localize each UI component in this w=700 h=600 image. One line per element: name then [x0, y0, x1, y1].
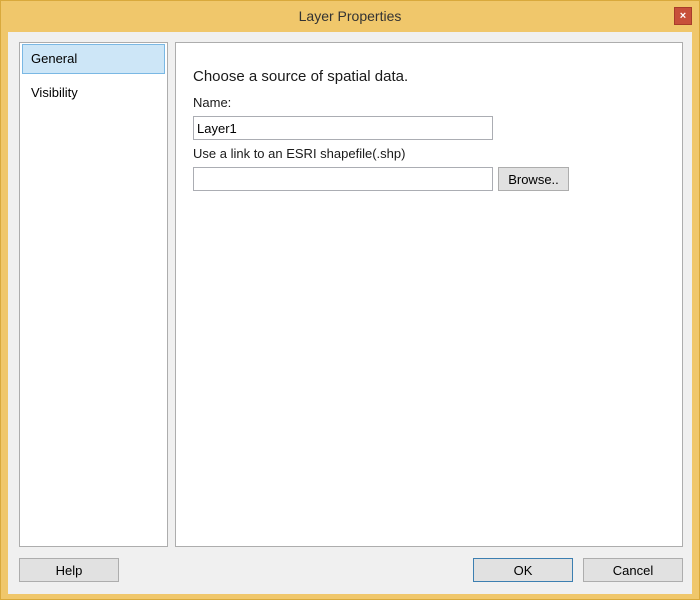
browse-button[interactable]: Browse..: [498, 167, 569, 191]
cancel-button[interactable]: Cancel: [583, 558, 683, 582]
layer-properties-window: Layer Properties × General Visibility Ch…: [0, 0, 700, 600]
sidebar: General Visibility: [19, 42, 168, 547]
sidebar-item-label: General: [31, 51, 78, 66]
panel-heading: Choose a source of spatial data.: [193, 68, 409, 85]
close-button[interactable]: ×: [674, 7, 692, 25]
close-icon: ×: [679, 10, 687, 22]
sidebar-item-visibility[interactable]: Visibility: [22, 78, 165, 108]
dialog-client-area: General Visibility Choose a source of sp…: [8, 32, 692, 594]
ok-button[interactable]: OK: [473, 558, 573, 582]
window-title: Layer Properties: [298, 8, 402, 24]
shapefile-label: Use a link to an ESRI shapefile(.shp): [193, 146, 406, 161]
titlebar[interactable]: Layer Properties ×: [1, 1, 699, 32]
name-label: Name:: [193, 95, 232, 110]
shapefile-path-input[interactable]: [193, 167, 493, 191]
name-input[interactable]: [193, 116, 493, 140]
sidebar-item-label: Visibility: [31, 85, 78, 100]
help-button[interactable]: Help: [19, 558, 119, 582]
sidebar-item-general[interactable]: General: [22, 44, 165, 74]
general-panel: Choose a source of spatial data. Name: U…: [175, 42, 683, 547]
